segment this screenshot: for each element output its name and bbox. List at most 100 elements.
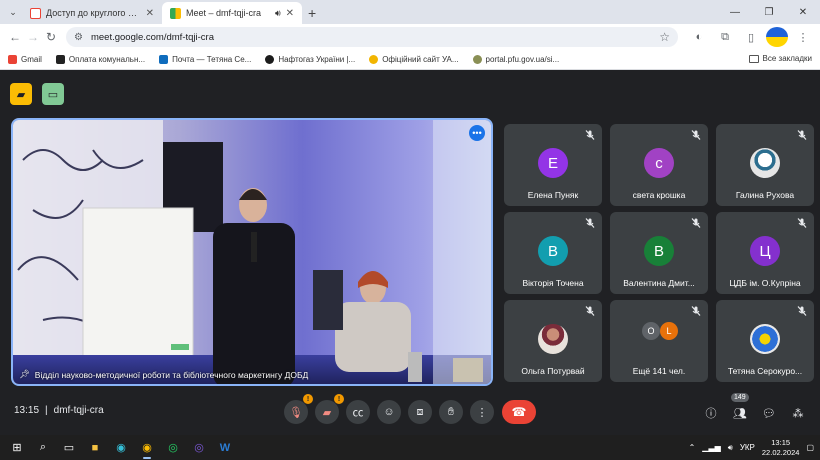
omnibox[interactable]: ⚙ meet.google.com/dmf-tqji-cra ☆ (66, 27, 678, 47)
word-icon: W (219, 441, 231, 454)
main-video[interactable]: ••• 📌︎ Відділ науково-методичної роботи … (11, 118, 493, 386)
start-button[interactable]: ⊞ (4, 435, 30, 460)
chat-icon: 💬︎ (762, 407, 776, 420)
participant-tile[interactable]: Ц ЦДБ ім. О.Купріна (716, 212, 814, 294)
clock-time: 13:15 (771, 437, 791, 447)
close-tab-icon[interactable]: ✕ (286, 8, 294, 19)
hidden-icons-icon[interactable]: ⌃ (689, 443, 696, 452)
extensions-icon[interactable]: ⧉ (714, 27, 736, 47)
camera-button[interactable]: ▰! (315, 394, 344, 424)
search-button[interactable]: ⌕ (30, 435, 56, 460)
tab-title: Meet – dmf-tqji-cra (186, 8, 262, 18)
participant-name: Ольга Потурвай (521, 366, 585, 376)
microphone-button[interactable]: 🎙︎! (284, 394, 313, 424)
meeting-time: 13:15 (14, 405, 40, 416)
participant-name: ЦДБ ім. О.Купріна (729, 278, 801, 288)
reload-button[interactable]: ↻ (42, 27, 60, 47)
more-options-icon[interactable]: ••• (469, 125, 485, 141)
more-options-button[interactable]: ⋮ (470, 400, 494, 424)
mic-muted-icon (797, 218, 807, 228)
chat-button[interactable]: 💬︎ (758, 402, 780, 424)
main-video-scene (13, 120, 491, 384)
bookmark-item[interactable]: Нафтогаз України |... (265, 55, 355, 64)
profile-avatar[interactable] (766, 27, 788, 47)
menu-icon[interactable]: ⋮ (792, 27, 814, 47)
leave-call-button[interactable]: ☎︎ (502, 400, 536, 424)
participant-tile[interactable]: Тетяна Серокуро... (716, 300, 814, 382)
participant-tile[interactable]: О L Ещё 141 чел. (610, 300, 708, 382)
participant-tile[interactable]: Галина Рухова (716, 124, 814, 206)
participant-photo (750, 324, 780, 354)
site-info-icon[interactable]: ⚙ (74, 32, 83, 43)
participant-tile[interactable]: Е Елена Пуняк (504, 124, 602, 206)
participant-tile[interactable]: с света крошка (610, 124, 708, 206)
notifications-icon[interactable]: ▢ (806, 443, 814, 452)
edge-button[interactable]: ◉ (108, 435, 134, 460)
captions-button[interactable]: ㏄ (346, 400, 370, 424)
translate-icon[interactable]: ◐ (688, 27, 710, 47)
present-button[interactable]: ⧈ (408, 400, 432, 424)
sidepanel-icon[interactable]: ▯ (740, 27, 762, 47)
word-button[interactable]: W (212, 435, 238, 460)
bookmark-star-icon[interactable]: ☆ (659, 30, 670, 44)
language-indicator[interactable]: УКР (740, 443, 755, 452)
close-window-icon[interactable]: ✕ (786, 0, 820, 24)
emoji-button[interactable]: ☺ (377, 400, 401, 424)
back-button[interactable]: ← (6, 27, 24, 47)
gmail-icon (8, 55, 17, 64)
outlook-icon (159, 55, 169, 64)
bookmark-label: Почта — Тетяна Се... (172, 55, 252, 64)
restore-icon[interactable]: ❐ (752, 0, 786, 24)
forward-button[interactable]: → (24, 27, 42, 47)
devices-icon[interactable]: ▭ (42, 83, 64, 105)
whatsapp-icon: ◎ (168, 442, 178, 454)
chrome-button[interactable]: ◉ (134, 435, 160, 460)
raise-hand-button[interactable]: ✋︎ (439, 400, 463, 424)
edge-icon: ◉ (116, 442, 126, 454)
mic-muted-icon (585, 130, 595, 140)
task-view-button[interactable]: ▭ (56, 435, 82, 460)
bookmark-item[interactable]: Оплата комунальн... (55, 55, 146, 64)
bookmark-label: Оплата комунальн... (68, 55, 146, 64)
tab-search-icon[interactable]: ⌄ (4, 3, 22, 21)
all-bookmarks[interactable]: Все закладки (748, 54, 812, 63)
tab-gmail[interactable]: Доступ до круглого столу «Н ✕ (22, 2, 162, 24)
meeting-details-button[interactable]: ⓘ (700, 402, 722, 424)
bookmark-item[interactable]: Офіційний сайт УА... (369, 55, 459, 64)
close-tab-icon[interactable]: ✕ (146, 8, 154, 19)
task-view-icon: ▭ (63, 442, 75, 454)
camera-off-icon[interactable]: ▰ (10, 83, 32, 105)
participant-tile[interactable]: В Вікторія Точена (504, 212, 602, 294)
mic-muted-icon (691, 218, 701, 228)
new-tab-button[interactable]: + (308, 5, 316, 21)
participant-avatar: В (644, 236, 674, 266)
system-clock[interactable]: 13:15 22.02.2024 (762, 438, 800, 458)
participant-avatar: с (644, 148, 674, 178)
whatsapp-button[interactable]: ◎ (160, 435, 186, 460)
speaker-icon[interactable]: 🔊︎ (275, 8, 281, 19)
bookmark-item[interactable]: Почта — Тетяна Се... (159, 55, 251, 64)
bookmark-item[interactable]: portal.pfu.gov.ua/si... (472, 55, 559, 64)
volume-icon[interactable]: 🔊︎ (728, 443, 733, 453)
activities-button[interactable]: ⁂ (787, 402, 809, 424)
meet-stage: ▰ ▭ ••• 📌︎ Відділ науково-методичної роб… (0, 71, 820, 435)
all-bookmarks-label: Все закладки (762, 54, 812, 63)
explorer-button[interactable]: ■ (82, 435, 108, 460)
participant-tile[interactable]: В Валентина Дмит... (610, 212, 708, 294)
people-button[interactable]: 👥︎ (729, 402, 751, 424)
tab-meet[interactable]: Meet – dmf-tqji-cra 🔊︎ ✕ (162, 2, 302, 24)
viber-button[interactable]: ◎ (186, 435, 212, 460)
participant-name: Елена Пуняк (527, 190, 579, 200)
mic-muted-icon (585, 306, 595, 316)
clock-date: 22.02.2024 (761, 447, 800, 457)
participant-tile[interactable]: Ольга Потурвай (504, 300, 602, 382)
viber-icon: ◎ (194, 442, 204, 454)
present-icon: ⧈ (416, 405, 424, 418)
mic-muted-icon (797, 306, 807, 316)
bookmark-item[interactable]: Gmail (8, 55, 42, 64)
minimize-icon[interactable]: — (718, 0, 752, 24)
network-icon[interactable]: ▁▃▅ (702, 443, 720, 452)
pin-icon[interactable]: 📌︎ (19, 369, 30, 380)
emoji-icon: ☺ (383, 406, 395, 418)
meet-icon (170, 7, 181, 19)
